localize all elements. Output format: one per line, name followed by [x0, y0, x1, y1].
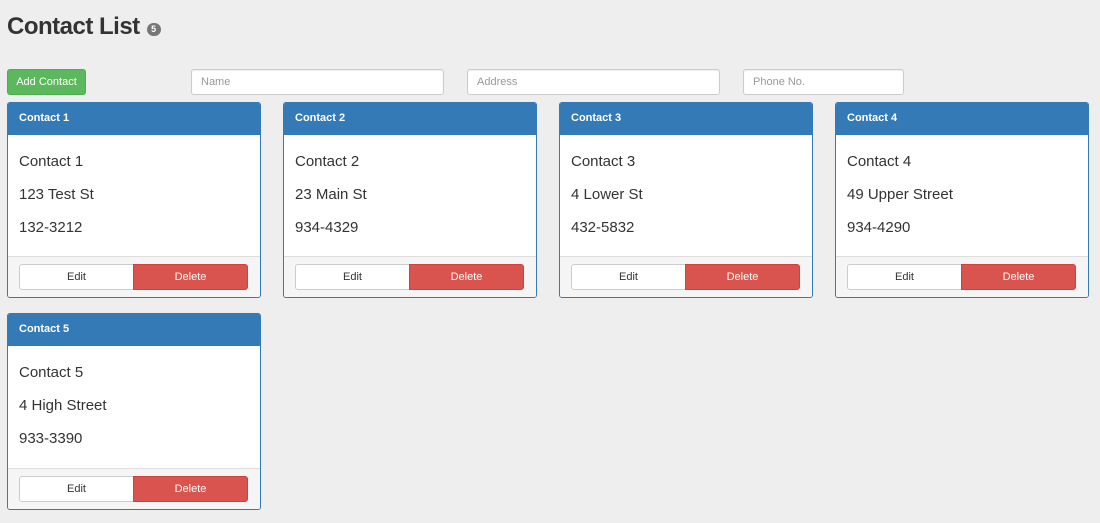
contact-card-header: Contact 4 — [836, 103, 1088, 135]
delete-contact-button[interactable]: Delete — [409, 264, 524, 290]
name-filter-input[interactable] — [191, 69, 444, 95]
add-contact-button[interactable]: Add Contact — [7, 69, 86, 95]
address-filter-input[interactable] — [467, 69, 720, 95]
delete-contact-button[interactable]: Delete — [685, 264, 800, 290]
contact-card-footer: Edit Delete — [836, 256, 1088, 297]
contact-name: Contact 3 — [571, 153, 636, 170]
contact-card: Contact 4 Contact 4 49 Upper Street 934-… — [835, 102, 1089, 298]
edit-contact-button[interactable]: Edit — [571, 264, 686, 290]
delete-contact-button[interactable]: Delete — [133, 476, 248, 502]
contact-phone: 934-4329 — [295, 219, 359, 236]
contact-address: 4 Lower St — [571, 186, 643, 203]
delete-contact-button[interactable]: Delete — [961, 264, 1076, 290]
contact-card-body: Contact 5 4 High Street 933-3390 — [8, 346, 260, 468]
contact-card-header: Contact 2 — [284, 103, 536, 135]
contact-name: Contact 4 — [847, 153, 912, 170]
page-title: Contact List — [7, 13, 140, 40]
contact-count-badge: 5 — [146, 22, 161, 36]
contact-address: 123 Test St — [19, 186, 94, 203]
contact-card-header: Contact 1 — [8, 103, 260, 135]
page-header: Contact List 5 — [7, 12, 161, 42]
contact-address: 49 Upper Street — [847, 186, 953, 203]
contact-phone: 933-3390 — [19, 430, 83, 447]
contact-card-body: Contact 1 123 Test St 132-3212 — [8, 135, 260, 257]
contact-phone: 934-4290 — [847, 219, 911, 236]
edit-contact-button[interactable]: Edit — [19, 476, 134, 502]
contact-list-app: Contact List 5 Add Contact Contact 1 Con… — [0, 0, 1100, 523]
edit-contact-button[interactable]: Edit — [295, 264, 410, 290]
contact-name: Contact 1 — [19, 153, 84, 170]
edit-contact-button[interactable]: Edit — [847, 264, 962, 290]
phone-filter-input[interactable] — [743, 69, 904, 95]
contact-card-body: Contact 3 4 Lower St 432-5832 — [560, 135, 812, 257]
contact-address: 23 Main St — [295, 186, 367, 203]
contact-card-footer: Edit Delete — [284, 256, 536, 297]
contact-card-footer: Edit Delete — [8, 256, 260, 297]
edit-contact-button[interactable]: Edit — [19, 264, 134, 290]
contact-card-body: Contact 4 49 Upper Street 934-4290 — [836, 135, 1088, 257]
contact-phone: 132-3212 — [19, 219, 83, 236]
contact-card: Contact 2 Contact 2 23 Main St 934-4329 … — [283, 102, 537, 298]
delete-contact-button[interactable]: Delete — [133, 264, 248, 290]
contact-card: Contact 5 Contact 5 4 High Street 933-33… — [7, 313, 261, 510]
contact-card-header: Contact 5 — [8, 314, 260, 346]
contact-card-header: Contact 3 — [560, 103, 812, 135]
contact-name: Contact 2 — [295, 153, 360, 170]
contact-address: 4 High Street — [19, 397, 107, 414]
contact-card-body: Contact 2 23 Main St 934-4329 — [284, 135, 536, 257]
contact-phone: 432-5832 — [571, 219, 635, 236]
contact-name: Contact 5 — [19, 364, 84, 381]
contact-card: Contact 1 Contact 1 123 Test St 132-3212… — [7, 102, 261, 298]
contact-card-footer: Edit Delete — [560, 256, 812, 297]
contact-card-footer: Edit Delete — [8, 468, 260, 509]
contact-card: Contact 3 Contact 3 4 Lower St 432-5832 … — [559, 102, 813, 298]
